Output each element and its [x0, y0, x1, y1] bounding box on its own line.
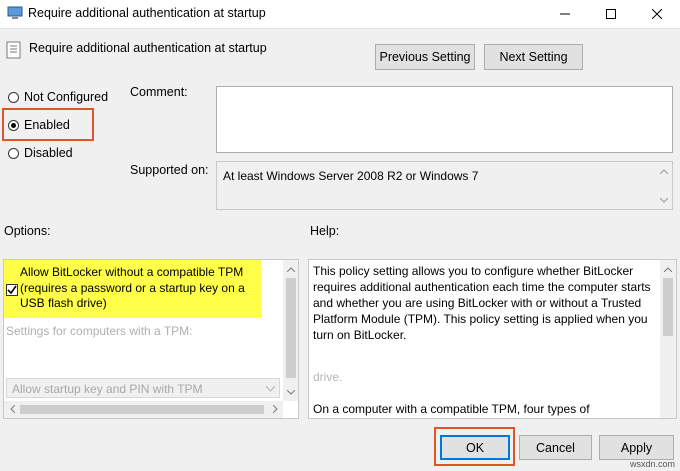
ok-button[interactable]: OK — [440, 435, 510, 460]
maximize-button[interactable] — [588, 0, 634, 28]
maximize-icon — [606, 9, 616, 19]
radio-circle-selected — [8, 119, 19, 131]
supported-label: Supported on: — [130, 163, 209, 177]
scroll-down-arrow-icon[interactable] — [657, 193, 671, 207]
minimize-icon — [560, 13, 570, 15]
radio-enabled[interactable]: Enabled — [8, 118, 70, 132]
policy-setting-icon — [6, 41, 21, 59]
scroll-thumb-horizontal[interactable] — [20, 405, 264, 414]
comment-label: Comment: — [130, 85, 188, 99]
scroll-thumb[interactable] — [286, 278, 296, 378]
previous-setting-button[interactable]: Previous Setting — [375, 44, 475, 70]
policy-name: Require additional authentication at sta… — [29, 41, 267, 55]
help-scrollbar[interactable] — [660, 260, 676, 418]
help-label: Help: — [310, 224, 340, 238]
scroll-up-arrow-icon[interactable] — [661, 262, 675, 276]
dropdown-value: Allow startup key and PIN with TPM — [12, 382, 203, 396]
radio-label: Not Configured — [24, 90, 109, 104]
options-vertical-scrollbar[interactable] — [283, 260, 298, 401]
close-button[interactable] — [634, 0, 680, 28]
radio-label: Disabled — [24, 146, 73, 160]
radio-not-configured[interactable]: Not Configured — [8, 90, 108, 104]
options-label: Options: — [4, 224, 51, 238]
close-icon — [652, 9, 662, 19]
next-setting-button[interactable]: Next Setting — [484, 44, 583, 70]
radio-disabled[interactable]: Disabled — [8, 146, 73, 160]
minimize-button[interactable] — [542, 0, 588, 28]
radio-circle — [8, 147, 19, 159]
scroll-up-arrow-icon[interactable] — [657, 164, 671, 178]
tpm-startup-dropdown[interactable]: Allow startup key and PIN with TPM — [6, 378, 280, 398]
apply-button[interactable]: Apply — [599, 435, 674, 460]
help-paragraph-1: This policy setting allows you to config… — [313, 264, 651, 342]
options-panel: Allow BitLocker without a compatible TPM… — [3, 259, 299, 419]
scroll-left-arrow-icon[interactable] — [5, 402, 19, 416]
help-panel: This policy setting allows you to config… — [308, 259, 677, 419]
scroll-up-arrow-icon[interactable] — [284, 262, 298, 276]
scroll-thumb[interactable] — [663, 278, 673, 336]
window-title: Require additional authentication at sta… — [28, 6, 266, 20]
scroll-down-arrow-icon[interactable] — [284, 385, 298, 399]
comment-textarea[interactable] — [216, 86, 673, 153]
chevron-down-icon — [266, 386, 275, 392]
allow-bitlocker-checkbox[interactable] — [6, 284, 18, 296]
scroll-right-arrow-icon[interactable] — [268, 402, 282, 416]
title-bar: Require additional authentication at sta… — [0, 0, 680, 29]
supported-scrollbar[interactable] — [656, 162, 672, 209]
tpm-settings-heading: Settings for computers with a TPM: — [6, 324, 193, 338]
supported-box: At least Windows Server 2008 R2 or Windo… — [216, 161, 673, 210]
policy-window-icon — [7, 6, 23, 19]
supported-value: At least Windows Server 2008 R2 or Windo… — [223, 169, 479, 183]
help-paragraph-2: On a computer with a compatible TPM, fou… — [313, 402, 590, 416]
checkmark-icon — [7, 285, 17, 295]
cancel-button[interactable]: Cancel — [519, 435, 592, 460]
allow-bitlocker-label: Allow BitLocker without a compatible TPM… — [20, 265, 245, 310]
options-horizontal-scrollbar[interactable] — [4, 401, 283, 418]
radio-label: Enabled — [24, 118, 70, 132]
watermark: wsxdn.com — [630, 459, 676, 469]
radio-circle — [8, 91, 19, 103]
help-fragment: drive. — [313, 370, 343, 384]
